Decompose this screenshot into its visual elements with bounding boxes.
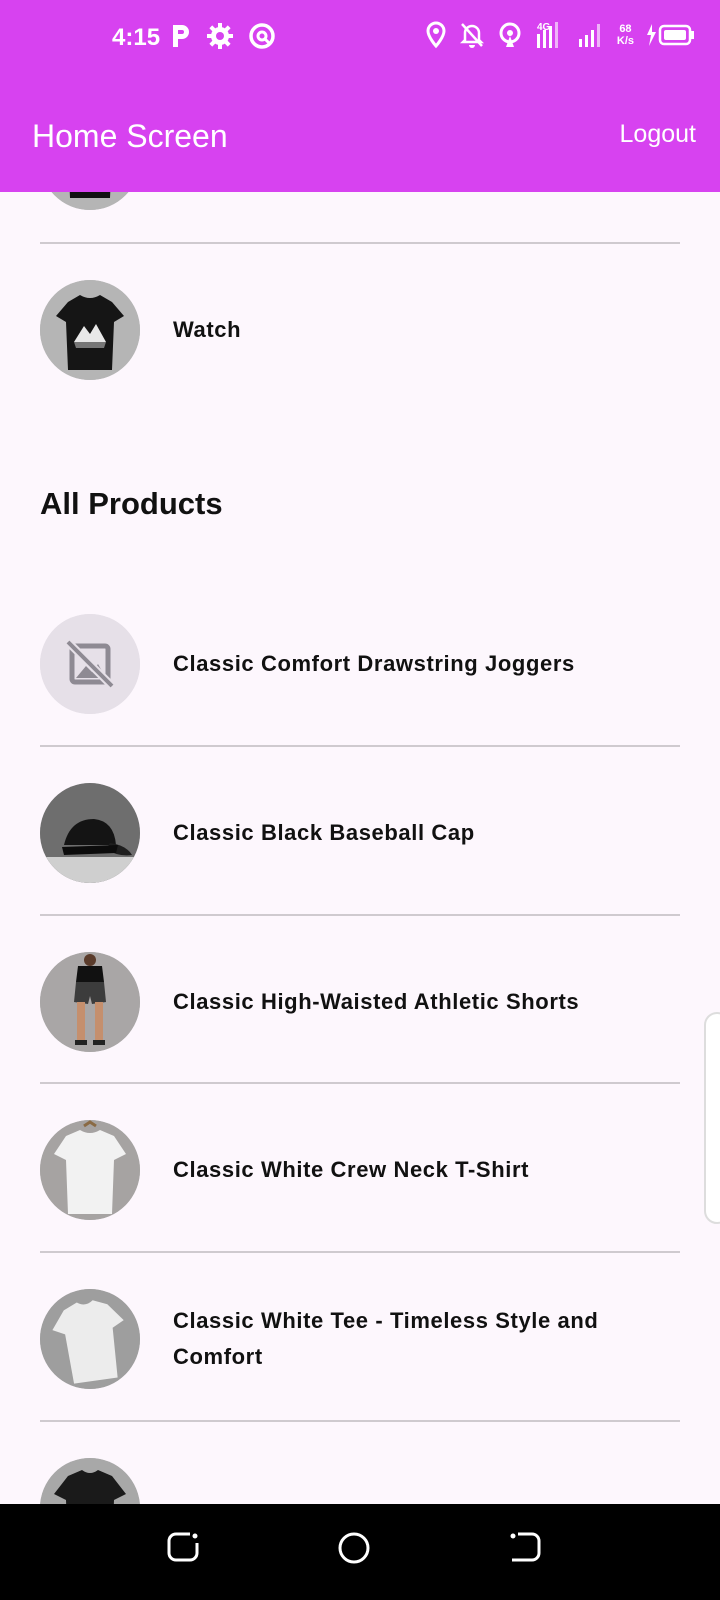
- category-label: Watch: [173, 317, 242, 342]
- status-left-icons: [170, 22, 276, 50]
- product-label: Classic White Tee - Timeless Style and C…: [173, 1308, 599, 1369]
- white-tshirt-thumbnail-icon: [40, 1120, 140, 1220]
- divider: [40, 1082, 680, 1084]
- signal-bars-icon: [578, 24, 600, 47]
- vpn-icon: [249, 23, 275, 49]
- logout-button[interactable]: Logout: [620, 120, 696, 149]
- signal-4g-icon: 4G: [536, 22, 558, 48]
- product-item[interactable]: Classic White Tee - Timeless Style and C…: [40, 1289, 680, 1389]
- status-right-icons: 4G 68 K/s: [425, 20, 696, 50]
- product-label: Classic Black Baseball Cap: [173, 820, 475, 845]
- product-item[interactable]: Classic White Crew Neck T-Shirt: [40, 1120, 680, 1220]
- home-button-icon[interactable]: [336, 1530, 372, 1566]
- net-speed: 68 K/s: [617, 23, 634, 47]
- image-not-supported-icon: [40, 614, 140, 714]
- product-item[interactable]: Classic High-Waisted Athletic Shorts: [40, 952, 680, 1052]
- category-item[interactable]: [40, 192, 680, 210]
- hotspot-icon: [499, 22, 521, 47]
- location-icon: [426, 21, 446, 49]
- divider: [40, 242, 680, 244]
- gear-icon: [207, 23, 233, 49]
- product-label: Classic High-Waisted Athletic Shorts: [173, 989, 580, 1014]
- battery-charging-icon: [647, 24, 694, 46]
- category-item-watch[interactable]: Watch: [40, 280, 680, 380]
- parking-icon: [173, 25, 189, 47]
- product-list-scroll[interactable]: Watch All Products Classic Comfort Draws…: [0, 192, 720, 1504]
- notifications-off-icon: [459, 23, 484, 48]
- tshirt-thumbnail-icon: [40, 280, 140, 380]
- back-button-icon[interactable]: [508, 1530, 542, 1564]
- status-bar: 4:15 4G 68 K/s: [0, 0, 720, 82]
- product-item[interactable]: [40, 1458, 680, 1504]
- divider: [40, 1420, 680, 1422]
- net-speed-unit: K/s: [616, 35, 634, 47]
- product-item[interactable]: Classic Comfort Drawstring Joggers: [40, 614, 680, 714]
- status-time: 4:15: [112, 24, 161, 51]
- system-nav-bar: [0, 1504, 720, 1600]
- all-products-heading: All Products: [40, 486, 223, 521]
- divider: [40, 914, 680, 916]
- baseball-cap-thumbnail-icon: [40, 783, 140, 883]
- product-label: Classic White Crew Neck T-Shirt: [173, 1157, 530, 1182]
- tshirt-thumbnail-icon: [40, 1458, 140, 1504]
- tshirt-thumbnail-icon: [40, 192, 140, 210]
- divider: [40, 745, 680, 747]
- edge-panel-handle[interactable]: [704, 1012, 720, 1224]
- athletic-shorts-thumbnail-icon: [40, 952, 140, 1052]
- white-tee-thumbnail-icon: [40, 1289, 140, 1389]
- product-label: Classic Comfort Drawstring Joggers: [173, 651, 575, 676]
- product-item[interactable]: Classic Black Baseball Cap: [40, 783, 680, 883]
- net-speed-value: 68: [619, 23, 632, 35]
- app-bar: Home Screen Logout: [0, 82, 720, 192]
- divider: [40, 1251, 680, 1253]
- page-title: Home Screen: [32, 118, 228, 154]
- recents-button-icon[interactable]: [166, 1530, 200, 1564]
